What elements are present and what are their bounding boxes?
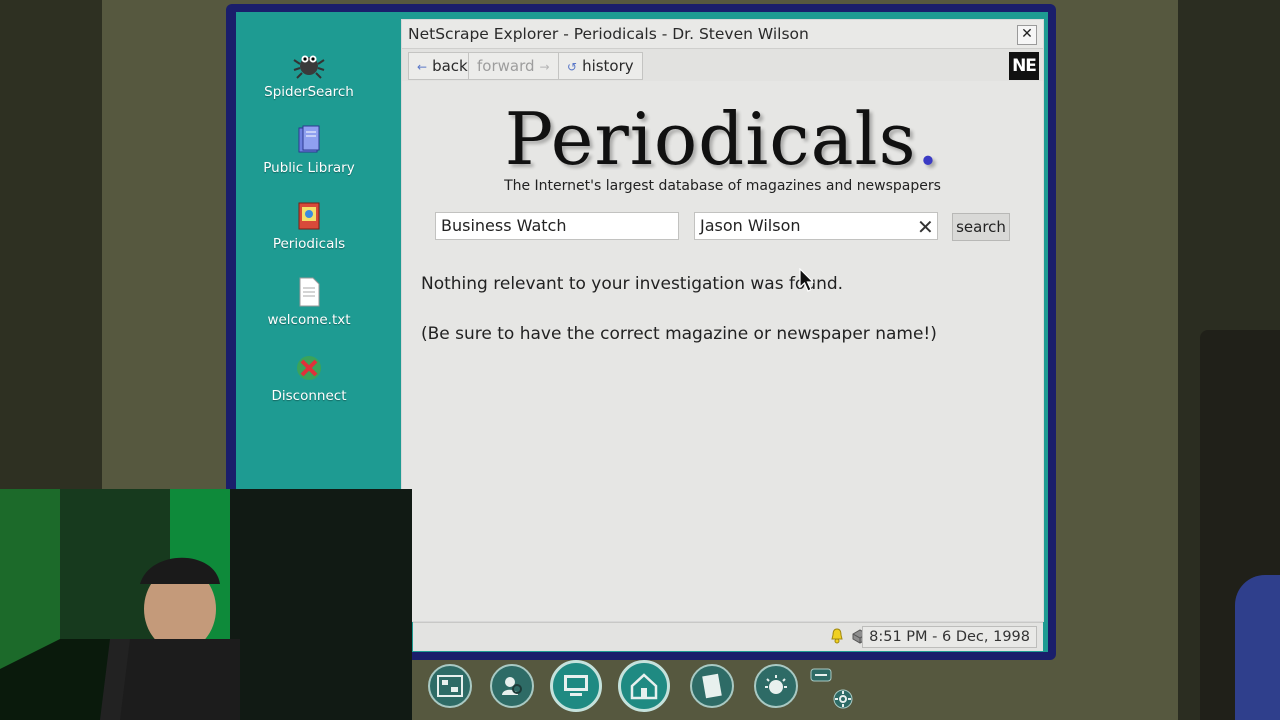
publication-name-input[interactable]: Business Watch xyxy=(435,212,679,240)
background-blue-object xyxy=(1235,575,1280,720)
desktop-icon-spidersearch[interactable]: SpiderSearch xyxy=(246,48,372,100)
desktop-icon-label: Periodicals xyxy=(272,236,346,252)
home-icon xyxy=(630,673,658,700)
back-arrow-icon: ← xyxy=(417,60,428,74)
search-person-icon xyxy=(502,677,522,695)
text-file-icon xyxy=(299,277,320,307)
search-button[interactable]: search xyxy=(952,213,1010,241)
forward-label: forward xyxy=(477,57,535,75)
tagline: The Internet's largest database of magaz… xyxy=(504,178,941,194)
desktop-icon-label: welcome.txt xyxy=(267,312,351,328)
ideas-button[interactable] xyxy=(754,664,798,708)
clear-input-icon[interactable]: ✕ xyxy=(917,215,934,239)
back-button[interactable]: ← back xyxy=(408,52,477,80)
history-button[interactable]: ↺ history xyxy=(558,52,643,80)
desktop-icon-public-library[interactable]: Public Library xyxy=(246,124,372,176)
evidence-board-icon xyxy=(437,675,463,697)
spider-icon xyxy=(293,55,325,79)
mouse-cursor-icon xyxy=(799,268,815,292)
desktop-icon-label: SpiderSearch xyxy=(264,84,354,100)
desktop-icon-label: Disconnect xyxy=(271,388,347,404)
window-titlebar[interactable]: NetScrape Explorer - Periodicals - Dr. S… xyxy=(402,20,1043,49)
browser-toolbar: ← back forward → ↺ history NE xyxy=(402,49,1043,81)
person-name-input[interactable]: Jason Wilson xyxy=(694,212,938,240)
netscrape-logo: NE xyxy=(1009,52,1039,80)
computer-icon xyxy=(564,675,588,696)
notebook-button[interactable] xyxy=(690,664,734,708)
brand-dot: . xyxy=(916,97,941,181)
history-label: history xyxy=(582,57,634,75)
background-wall-left xyxy=(0,0,102,490)
desktop-icon-disconnect[interactable]: Disconnect xyxy=(246,352,372,404)
desktop-icon-welcome-txt[interactable]: welcome.txt xyxy=(246,276,372,328)
window-title: NetScrape Explorer - Periodicals - Dr. S… xyxy=(408,25,809,43)
browser-window: NetScrape Explorer - Periodicals - Dr. S… xyxy=(401,19,1044,622)
desktop-icon-periodicals[interactable]: Periodicals xyxy=(246,200,372,252)
evidence-board-button[interactable] xyxy=(428,664,472,708)
computer-button[interactable] xyxy=(550,660,602,712)
forward-arrow-icon: → xyxy=(539,60,550,74)
periodicals-logo: Periodicals. xyxy=(402,97,1043,181)
hint-message: (Be sure to have the correct magazine or… xyxy=(421,324,937,344)
disconnect-icon xyxy=(297,356,321,380)
periodicals-icon xyxy=(298,202,320,230)
system-clock: 8:51 PM - 6 Dec, 1998 xyxy=(862,626,1037,648)
result-message: Nothing relevant to your investigation w… xyxy=(421,274,844,294)
idea-icon xyxy=(765,675,787,694)
back-label: back xyxy=(432,57,468,75)
brand-name: Periodicals xyxy=(504,97,917,181)
library-books-icon xyxy=(298,125,320,153)
desktop-icon-label: Public Library xyxy=(263,160,355,176)
notebook-icon xyxy=(702,673,722,699)
history-icon: ↺ xyxy=(567,60,578,74)
settings-gear-icon[interactable] xyxy=(832,688,854,710)
home-button[interactable] xyxy=(618,660,670,712)
page-content: Periodicals. The Internet's largest data… xyxy=(402,81,1043,621)
search-person-button[interactable] xyxy=(490,664,534,708)
tag-icon[interactable] xyxy=(810,666,832,684)
notification-bell-icon[interactable] xyxy=(829,628,845,644)
taskbar-status: 8:51 PM - 6 Dec, 1998 xyxy=(413,622,1043,651)
close-button[interactable]: ✕ xyxy=(1017,25,1037,45)
webcam-overlay xyxy=(0,489,412,720)
streamer-webcam-image xyxy=(0,489,412,720)
forward-button[interactable]: forward → xyxy=(468,52,559,80)
